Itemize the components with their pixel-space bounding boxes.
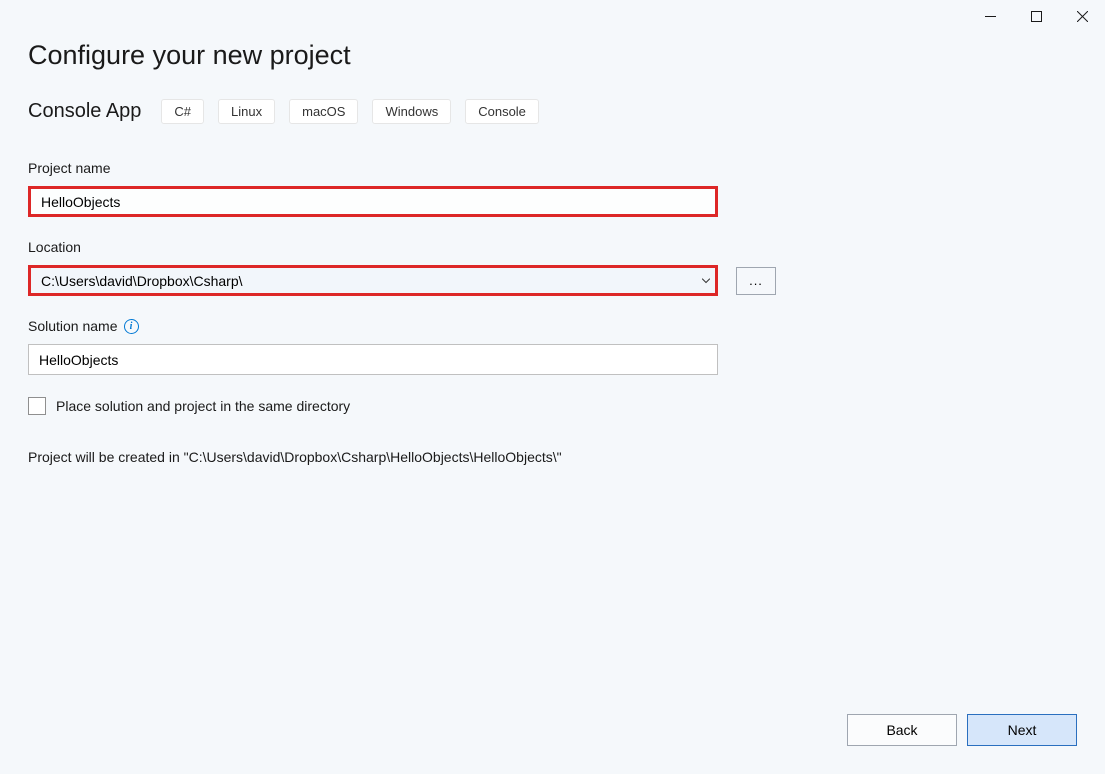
solution-name-label: Solution name i	[28, 318, 1077, 334]
maximize-button[interactable]	[1013, 0, 1059, 32]
template-name: Console App	[28, 100, 141, 123]
location-combo[interactable]	[28, 265, 718, 296]
window-controls	[967, 0, 1105, 32]
page-title: Configure your new project	[28, 40, 1077, 71]
info-icon[interactable]: i	[124, 319, 139, 334]
template-tag: Console	[465, 99, 539, 124]
template-tag: C#	[161, 99, 204, 124]
project-name-group: Project name	[28, 160, 1077, 217]
template-tag: Linux	[218, 99, 275, 124]
location-group: Location ...	[28, 239, 1077, 296]
dialog-content: Configure your new project Console App C…	[0, 0, 1105, 465]
solution-name-input[interactable]	[28, 344, 718, 375]
footer-buttons: Back Next	[847, 714, 1077, 746]
solution-name-label-text: Solution name	[28, 318, 118, 334]
close-icon	[1077, 11, 1088, 22]
template-header: Console App C# Linux macOS Windows Conso…	[28, 99, 1077, 124]
back-button[interactable]: Back	[847, 714, 957, 746]
minimize-icon	[985, 11, 996, 22]
location-label: Location	[28, 239, 1077, 255]
location-row: ...	[28, 265, 1077, 296]
project-path-summary: Project will be created in "C:\Users\dav…	[28, 449, 1077, 465]
solution-name-group: Solution name i	[28, 318, 1077, 375]
minimize-button[interactable]	[967, 0, 1013, 32]
location-input[interactable]	[28, 265, 718, 296]
project-name-input[interactable]	[28, 186, 718, 217]
close-button[interactable]	[1059, 0, 1105, 32]
project-name-label: Project name	[28, 160, 1077, 176]
template-tag: Windows	[372, 99, 451, 124]
same-directory-checkbox[interactable]	[28, 397, 46, 415]
same-directory-label: Place solution and project in the same d…	[56, 398, 350, 414]
next-button[interactable]: Next	[967, 714, 1077, 746]
template-tag: macOS	[289, 99, 358, 124]
maximize-icon	[1031, 11, 1042, 22]
browse-button[interactable]: ...	[736, 267, 776, 295]
same-directory-row: Place solution and project in the same d…	[28, 397, 1077, 415]
